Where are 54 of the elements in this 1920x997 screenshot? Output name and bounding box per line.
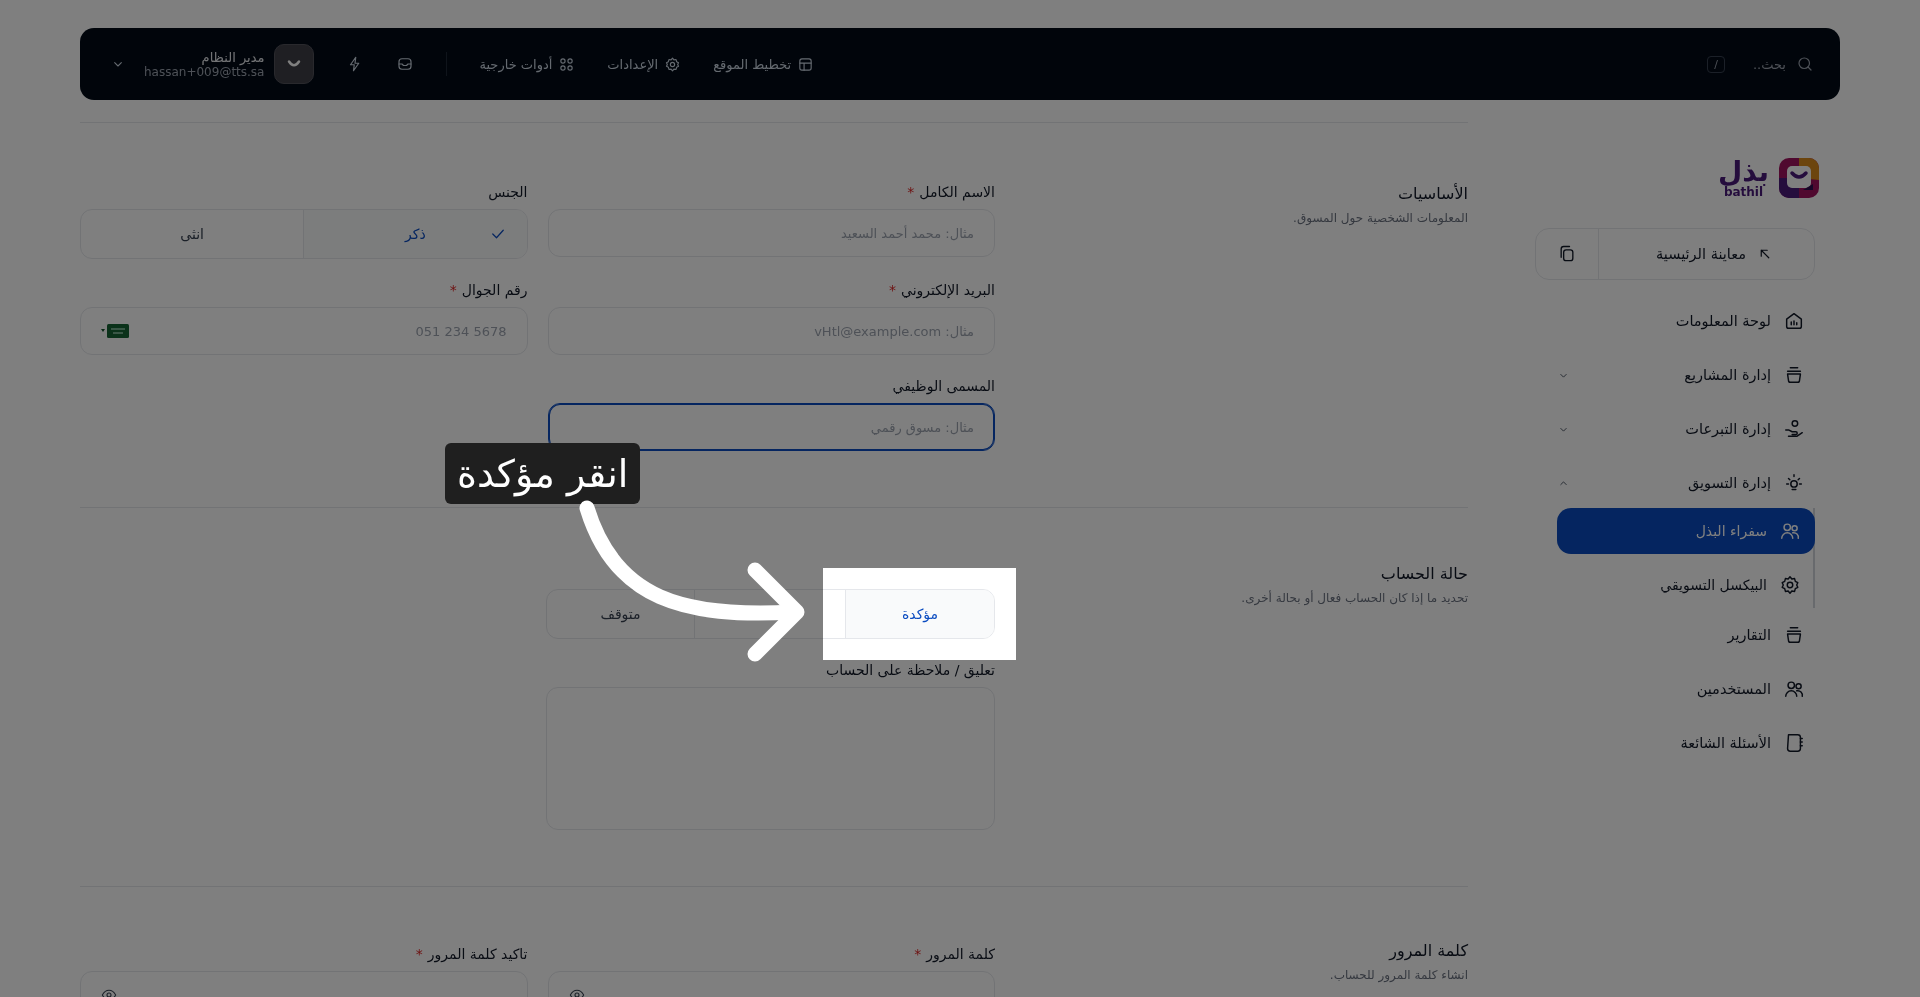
nav-link[interactable]: أدوات خارجية [479,55,576,73]
field-label: تاكيد كلمة المرور [427,946,528,962]
user-email: hassan+009@tts.sa [144,64,265,79]
hint-label: انقر مؤكدة [445,443,641,504]
required-mark: * [907,184,915,200]
field-label: الجنس [488,184,528,200]
field-label: الاسم الكامل [919,184,995,200]
gear-icon [1779,574,1801,596]
sidebar-item[interactable]: التقارير [1535,612,1815,658]
section-description: المعلومات الشخصية حول المسوق. [1292,211,1468,225]
user-name: مدير النظام [201,49,265,65]
country-flag-icon [101,324,129,338]
search-icon [1796,55,1814,73]
sidebar-item[interactable]: المستخدمين [1535,666,1815,712]
required-mark: * [415,946,423,962]
user-avatar[interactable] [274,44,315,84]
nav-link[interactable]: تخطيط الموقع [713,55,815,73]
sidebar-subitem[interactable]: سفراء البذل [1557,508,1815,554]
hand-heart-icon [1783,418,1805,440]
section-title: الأساسيات [1396,184,1468,203]
logo-subtext: bathil [1723,186,1764,198]
section-title: حالة الحساب [1379,564,1468,583]
section-description: انشاء كلمة المرور للحساب. [1328,968,1468,982]
status-option[interactable]: متوقف [547,590,694,638]
logo-text: بذل [1718,158,1769,186]
required-mark: * [449,282,457,298]
sidebar-item[interactable]: إدارة المشاريع [1535,352,1815,398]
users-icon [1779,520,1801,542]
layout-icon [797,55,815,73]
status-option[interactable]: مؤكدة [845,590,994,638]
users-icon [1783,678,1805,700]
house-icon [1783,310,1805,332]
gender-option[interactable]: انثى [81,210,304,258]
required-mark: * [889,282,897,298]
field-label: كلمة المرور [926,946,995,962]
settings-icon [664,55,682,73]
sidebar-subitem[interactable]: البيكسل التسويقي [1557,562,1815,608]
sidebar-item[interactable]: لوحة المعلومات [1535,298,1815,344]
sidebar-item[interactable]: الأسئلة الشائعة [1535,720,1815,766]
shortcut-key: / [1707,55,1725,73]
apps-icon [558,55,576,73]
sidebar-item[interactable]: إدارة التسويق [1535,460,1815,506]
inbox-icon [396,55,415,73]
field-label: البريد الإلكتروني [901,282,995,298]
field-label: المسمى الوظيفي [892,378,995,394]
sidebar-item[interactable]: إدارة التبرعات [1535,406,1815,452]
section-description: تحديد ما إذا كان الحساب فعال أو بحالة أخرى. [1240,591,1468,605]
field-label: رقم الجوال [461,282,528,298]
field-label: تعليق / ملاحظة على الحساب [826,662,995,678]
section-title: كلمة المرور [1387,941,1468,960]
nav-link[interactable]: الإعدادات [607,55,682,73]
inbox-button[interactable] [396,55,415,73]
required-mark: * [914,946,922,962]
search-field[interactable]: بحث.. [1752,55,1814,73]
